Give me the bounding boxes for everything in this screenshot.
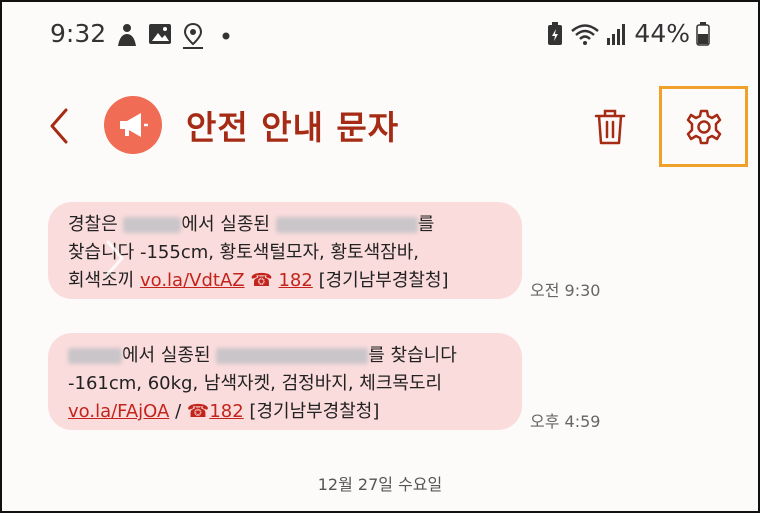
- delete-icon[interactable]: [593, 108, 627, 146]
- conversation-title: 안전 안내 문자: [186, 108, 400, 147]
- phone-icon: ☎: [186, 401, 210, 422]
- status-time: 9:32: [50, 19, 107, 48]
- redacted-text: [123, 217, 182, 233]
- message-source: [경기남부경찰청]: [318, 270, 449, 291]
- redacted-text: [275, 217, 418, 233]
- battery-saver-icon: [548, 21, 563, 45]
- gallery-icon: [149, 24, 171, 44]
- redacted-text: [68, 348, 122, 364]
- message-line: 에서 실종된 를 찾습니다: [68, 342, 502, 370]
- notification-app-icon: [118, 24, 136, 46]
- phone-icon: ☎: [250, 270, 273, 291]
- message-line: 찾습니다 -155cm, 황토색털모자, 황토색잠바,: [68, 242, 420, 263]
- message-line: 회색조끼 vo.la/VdtAZ ☎ 182 [경기남부경찰청]: [68, 270, 449, 291]
- settings-gear-icon[interactable]: [684, 107, 724, 147]
- redacted-text: [216, 348, 369, 364]
- more-notifications-dot-icon: [222, 32, 230, 40]
- back-arrow-icon[interactable]: [44, 106, 74, 146]
- sender-avatar: [104, 96, 162, 154]
- settings-highlight[interactable]: [659, 86, 748, 167]
- phone-number-link[interactable]: 182: [278, 270, 312, 291]
- message-line: -161cm, 60kg, 남색자켓, 검정바지, 체크목도리: [68, 373, 443, 394]
- battery-percentage: 44%: [634, 19, 690, 48]
- message-time: 오전 9:30: [530, 281, 601, 300]
- megaphone-icon: [120, 113, 148, 137]
- status-right: 44%: [546, 19, 710, 48]
- message-link[interactable]: vo.la/FAjOA: [68, 401, 169, 422]
- battery-icon: [696, 21, 710, 46]
- chevron-right-icon: [106, 240, 124, 276]
- message-line: vo.la/FAjOA / ☎182 [경기남부경찰청]: [68, 401, 380, 422]
- message-source: [경기남부경찰청]: [249, 401, 380, 422]
- signal-icon: [607, 23, 626, 45]
- wifi-icon: [571, 23, 600, 45]
- message-line: 경찰은 에서 실종된 를: [68, 214, 435, 235]
- phone-number-link[interactable]: 182: [209, 401, 243, 422]
- message-link[interactable]: vo.la/VdtAZ: [140, 270, 245, 291]
- location-alert-icon: [183, 22, 203, 49]
- date-separator: 12월 27일 수요일: [317, 475, 443, 494]
- message-time: 오후 4:59: [530, 412, 601, 431]
- message-bubble-2[interactable]: 에서 실종된 를 찾습니다 -161cm, 60kg, 남색자켓, 검정바지, …: [48, 333, 522, 430]
